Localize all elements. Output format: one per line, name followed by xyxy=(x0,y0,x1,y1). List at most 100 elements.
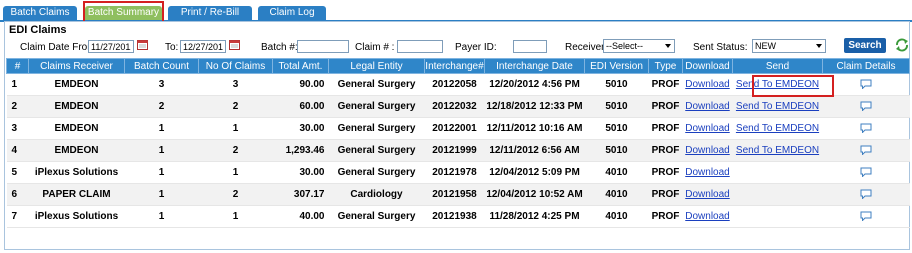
batch-input[interactable] xyxy=(297,40,349,53)
send-link[interactable]: Send To EMDEON xyxy=(736,123,819,134)
column-header-interchange-date[interactable]: Interchange Date xyxy=(484,58,585,74)
download-link[interactable]: Download xyxy=(685,189,729,200)
download-link[interactable]: Download xyxy=(685,145,729,156)
table-row: 3 EMDEON 1 1 30.00 General Surgery 20122001 12/… xyxy=(6,117,910,140)
payer-id-input[interactable] xyxy=(513,40,547,53)
download-link[interactable]: Download xyxy=(685,123,729,134)
chat-bubble-icon[interactable] xyxy=(860,79,872,90)
no-of-claims-cell: 1 xyxy=(198,161,273,184)
total-amt-cell: 1,293.46 xyxy=(272,139,329,162)
column-header-no-of-claims[interactable]: No Of Claims xyxy=(198,58,273,74)
claim-details-cell xyxy=(822,161,910,184)
chat-bubble-icon[interactable] xyxy=(860,189,872,200)
no-of-claims-cell: 2 xyxy=(198,183,273,206)
edi-claims-panel: EDI Claims Claim Date From: To: Batch #:… xyxy=(4,21,910,250)
download-link[interactable]: Download xyxy=(685,101,729,112)
sent-status-label: Sent Status: xyxy=(693,42,748,53)
claim-date-from-input[interactable] xyxy=(88,40,134,53)
chat-bubble-icon[interactable] xyxy=(860,167,872,178)
table-row: 4 EMDEON 1 2 1,293.46 General Surgery 20121999… xyxy=(6,139,910,162)
send-link[interactable]: Send To EMDEON xyxy=(736,101,819,112)
tab-claim-log[interactable]: Claim Log xyxy=(258,6,326,20)
claim-details-cell xyxy=(822,139,910,162)
type-cell: PROF xyxy=(648,161,683,184)
download-cell: Download xyxy=(682,139,733,162)
payer-id-label: Payer ID: xyxy=(455,42,497,53)
column-header-interchange[interactable]: Interchange# xyxy=(424,58,485,74)
panel-title: EDI Claims xyxy=(9,24,67,36)
sent-status-select[interactable]: NEW xyxy=(752,39,826,53)
tab-batch-claims[interactable]: Batch Claims xyxy=(3,6,77,20)
claims-receiver-cell: PAPER CLAIM xyxy=(28,183,125,206)
download-cell: Download xyxy=(682,161,733,184)
type-cell: PROF xyxy=(648,73,683,96)
interchange-cell: 20121978 xyxy=(424,161,485,184)
send-cell: Send To EMDEON xyxy=(732,117,823,140)
column-header-claims-receiver[interactable]: Claims Receiver xyxy=(28,58,125,74)
chat-bubble-icon[interactable] xyxy=(860,123,872,134)
no-of-claims-cell: 1 xyxy=(198,117,273,140)
download-cell: Download xyxy=(682,117,733,140)
total-amt-cell: 90.00 xyxy=(272,73,329,96)
batch-label: Batch #: xyxy=(261,42,298,53)
to-label: To: xyxy=(165,42,179,53)
claim-input[interactable] xyxy=(397,40,443,53)
row-number: 2 xyxy=(6,95,29,118)
sent-status-select-value: NEW xyxy=(755,41,776,51)
edi-version-cell: 4010 xyxy=(584,205,649,228)
refresh-icon[interactable] xyxy=(894,37,910,53)
search-button[interactable]: Search xyxy=(844,38,886,53)
send-cell xyxy=(732,161,823,184)
download-link[interactable]: Download xyxy=(685,167,729,178)
claims-receiver-cell: EMDEON xyxy=(28,95,125,118)
column-header-type[interactable]: Type xyxy=(648,58,683,74)
claim-date-from-label: Claim Date From: xyxy=(20,42,99,53)
send-cell xyxy=(732,205,823,228)
legal-entity-cell: General Surgery xyxy=(328,95,425,118)
download-cell: Download xyxy=(682,73,733,96)
column-header-send: Send xyxy=(732,58,823,74)
download-link[interactable]: Download xyxy=(685,79,729,90)
receiver-select[interactable]: --Select-- xyxy=(603,39,675,53)
column-header-total-amt[interactable]: Total Amt. xyxy=(272,58,329,74)
column-header-batch-count[interactable]: Batch Count xyxy=(124,58,199,74)
legal-entity-cell: General Surgery xyxy=(328,73,425,96)
batch-count-cell: 1 xyxy=(124,161,199,184)
download-link[interactable]: Download xyxy=(685,211,729,222)
no-of-claims-cell: 3 xyxy=(198,73,273,96)
edi-version-cell: 5010 xyxy=(584,139,649,162)
column-header-download: Download xyxy=(682,58,733,74)
column-header-edi-version[interactable]: EDI Version xyxy=(584,58,649,74)
edi-version-cell: 5010 xyxy=(584,73,649,96)
claim-details-cell xyxy=(822,73,910,96)
download-cell: Download xyxy=(682,183,733,206)
chevron-down-icon xyxy=(816,44,822,48)
edi-version-cell: 4010 xyxy=(584,161,649,184)
claims-receiver-cell: EMDEON xyxy=(28,139,125,162)
chat-bubble-icon[interactable] xyxy=(860,145,872,156)
chat-bubble-icon[interactable] xyxy=(860,101,872,112)
tab-print-rebill[interactable]: Print / Re-Bill xyxy=(168,6,252,20)
type-cell: PROF xyxy=(648,95,683,118)
edi-version-cell: 5010 xyxy=(584,95,649,118)
chevron-down-icon xyxy=(665,44,671,48)
edi-version-cell: 5010 xyxy=(584,117,649,140)
row-number: 5 xyxy=(6,161,29,184)
total-amt-cell: 60.00 xyxy=(272,95,329,118)
batch-count-cell: 3 xyxy=(124,73,199,96)
total-amt-cell: 30.00 xyxy=(272,161,329,184)
type-cell: PROF xyxy=(648,139,683,162)
chat-bubble-icon[interactable] xyxy=(860,211,872,222)
column-header-legal-entity[interactable]: Legal Entity xyxy=(328,58,425,74)
send-highlight-box xyxy=(752,75,834,97)
type-cell: PROF xyxy=(648,183,683,206)
row-number: 6 xyxy=(6,183,29,206)
calendar-icon[interactable] xyxy=(229,39,240,50)
calendar-icon[interactable] xyxy=(137,39,148,50)
claims-receiver-cell: iPlexus Solutions xyxy=(28,205,125,228)
interchange-date-cell: 12/11/2012 10:16 AM xyxy=(484,117,585,140)
interchange-date-cell: 12/18/2012 12:33 PM xyxy=(484,95,585,118)
column-header-claim-details: Claim Details xyxy=(822,58,910,74)
send-link[interactable]: Send To EMDEON xyxy=(736,145,819,156)
to-date-input[interactable] xyxy=(180,40,226,53)
